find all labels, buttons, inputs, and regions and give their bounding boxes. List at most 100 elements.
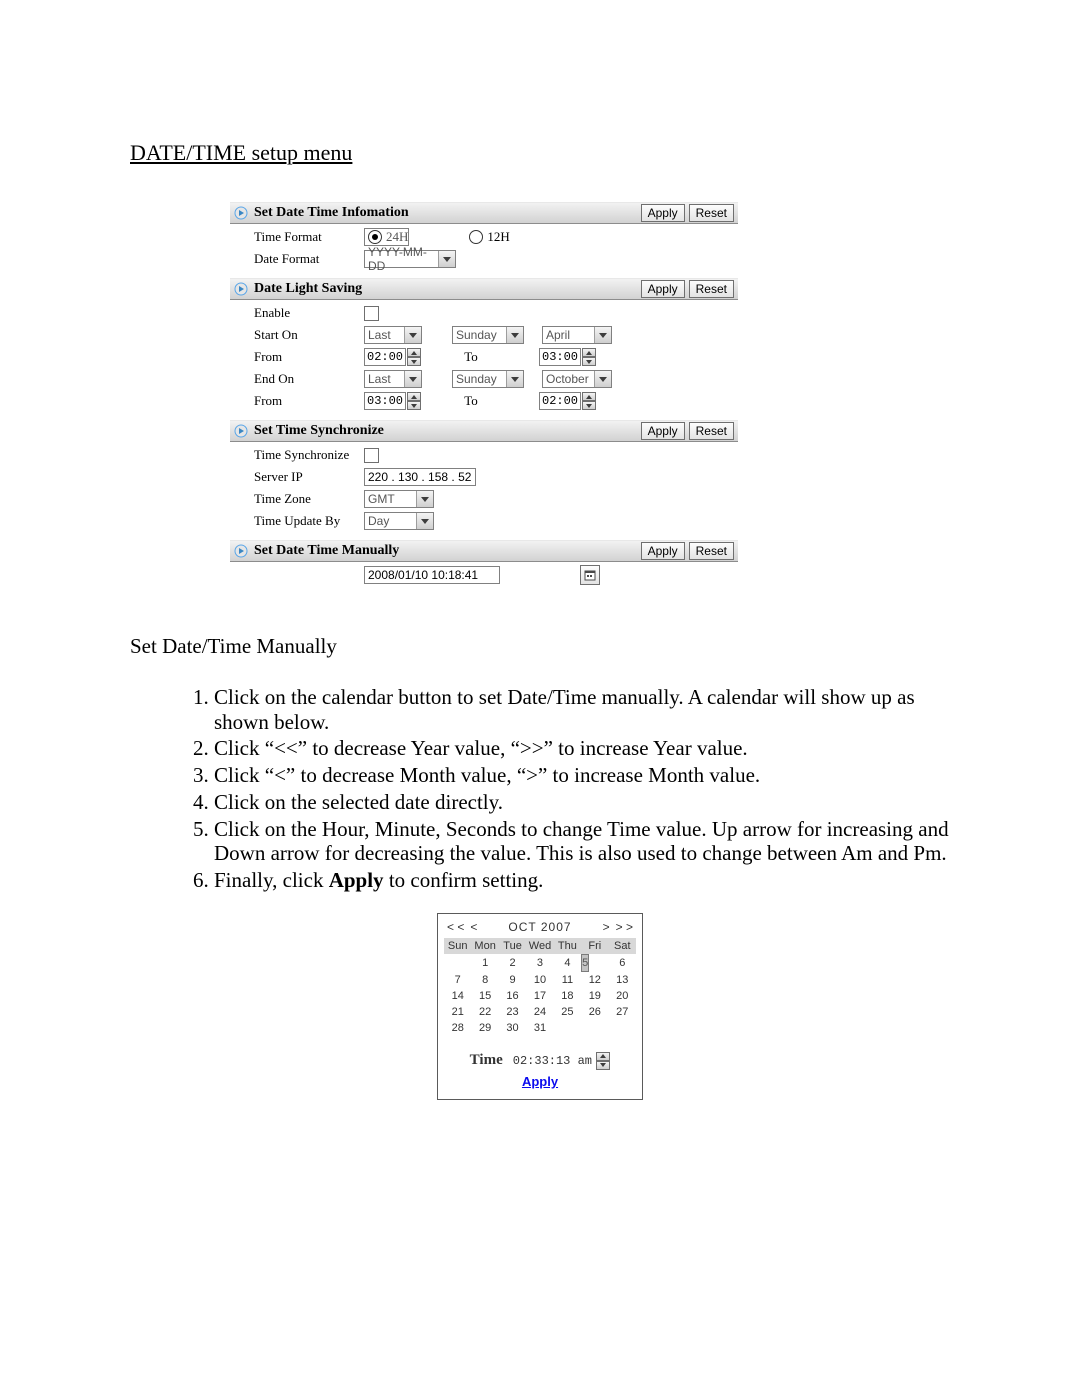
calendar-day[interactable]: 26 [581, 1004, 608, 1020]
calendar-day[interactable]: 21 [444, 1004, 471, 1020]
sec2-reset-button[interactable]: Reset [689, 280, 734, 298]
calendar-day[interactable]: 8 [471, 972, 498, 988]
server-ip-input[interactable]: 220 . 130 . 158 . 52 [364, 468, 476, 486]
spin-up-icon[interactable] [407, 392, 421, 401]
calendar-time-value[interactable]: 02:33:13 am [513, 1054, 592, 1068]
timezone-label: Time Zone [254, 491, 354, 507]
time-format-24h-label: 24H [386, 229, 408, 245]
calendar-day[interactable]: 1 [471, 954, 498, 972]
calendar-day[interactable]: 4 [554, 954, 581, 972]
sec3-apply-button[interactable]: Apply [641, 422, 685, 440]
dls-end-month-select[interactable]: October [542, 370, 612, 388]
time-format-12h-radio[interactable]: 12H [469, 229, 509, 245]
dls-end-month-value: October [546, 372, 592, 386]
calendar-day[interactable]: 31 [526, 1020, 553, 1036]
manual-datetime-input[interactable]: 2008/01/10 10:18:41 [364, 566, 500, 584]
dls-to2-spin[interactable]: 02:00 [539, 392, 596, 410]
calendar-day[interactable]: 30 [499, 1020, 526, 1036]
manual-header: Set Date/Time Manually [130, 634, 950, 659]
calendar-dow: Sun [444, 938, 471, 954]
calendar-day[interactable]: 15 [471, 988, 498, 1004]
calendar-day[interactable]: 25 [554, 1004, 581, 1020]
sync-enable-label: Time Synchronize [254, 447, 354, 463]
dls-start-week-select[interactable]: Last [364, 326, 422, 344]
spin-down-icon[interactable] [596, 1061, 610, 1070]
spin-up-icon[interactable] [582, 392, 596, 401]
calendar-day[interactable]: 13 [609, 972, 636, 988]
calendar-month-title: OCT 2007 [480, 920, 599, 934]
dls-start-day-value: Sunday [456, 328, 504, 342]
expand-arrow-icon [234, 282, 248, 296]
calendar-day[interactable]: 9 [499, 972, 526, 988]
calendar-day[interactable]: 16 [499, 988, 526, 1004]
calendar-day[interactable]: 29 [471, 1020, 498, 1036]
manual-step: Click on the Hour, Minute, Seconds to ch… [214, 817, 950, 867]
sec1-reset-button[interactable]: Reset [689, 204, 734, 222]
calendar-day[interactable]: 5 [581, 954, 589, 972]
config-panel: Set Date Time Infomation Apply Reset Tim… [230, 202, 738, 594]
sync-enable-checkbox[interactable] [364, 448, 379, 463]
calendar-time-row: Time 02:33:13 am [444, 1052, 636, 1070]
spin-up-icon[interactable] [596, 1052, 610, 1061]
calendar-day[interactable]: 24 [526, 1004, 553, 1020]
calendar-day[interactable]: 10 [526, 972, 553, 988]
spin-down-icon[interactable] [407, 401, 421, 410]
calendar-day[interactable]: 6 [609, 954, 636, 972]
calendar-day[interactable]: 28 [444, 1020, 471, 1036]
calendar-day[interactable]: 7 [444, 972, 471, 988]
calendar-day[interactable]: 12 [581, 972, 608, 988]
spin-up-icon[interactable] [407, 348, 421, 357]
dls-from2-spin[interactable]: 03:00 [364, 392, 421, 410]
calendar-day [444, 954, 471, 972]
calendar-day [554, 1020, 581, 1036]
time-format-24h-radio[interactable]: 24H [364, 228, 409, 246]
dls-enable-checkbox[interactable] [364, 306, 379, 321]
expand-arrow-icon [234, 206, 248, 220]
date-format-select[interactable]: YYYY-MM-DD [364, 250, 456, 268]
calendar-day[interactable]: 2 [499, 954, 526, 972]
dls-start-month-select[interactable]: April [542, 326, 612, 344]
calendar-button[interactable] [580, 565, 600, 585]
calendar-day[interactable]: 19 [581, 988, 608, 1004]
dls-end-day-select[interactable]: Sunday [452, 370, 524, 388]
calendar-day[interactable]: 27 [609, 1004, 636, 1020]
calendar-day[interactable]: 14 [444, 988, 471, 1004]
spin-up-icon[interactable] [582, 348, 596, 357]
calendar-dow: Tue [499, 938, 526, 954]
calendar-day[interactable]: 11 [554, 972, 581, 988]
calendar-prev-month[interactable]: < [467, 920, 480, 934]
timezone-select[interactable]: GMT [364, 490, 434, 508]
calendar-prev-year[interactable]: < < [444, 920, 467, 934]
sec3-reset-button[interactable]: Reset [689, 422, 734, 440]
calendar-grid: SunMonTueWedThuFriSat 123456789101112131… [444, 938, 636, 1036]
calendar-day[interactable]: 20 [609, 988, 636, 1004]
spin-down-icon[interactable] [582, 357, 596, 366]
calendar-day[interactable]: 17 [526, 988, 553, 1004]
calendar-widget: < < < OCT 2007 > > > SunMonTueWedThuFriS… [437, 913, 643, 1100]
sec4-reset-button[interactable]: Reset [689, 542, 734, 560]
dls-end-week-select[interactable]: Last [364, 370, 422, 388]
dls-to1-spin[interactable]: 03:00 [539, 348, 596, 366]
calendar-day[interactable]: 22 [471, 1004, 498, 1020]
sec4-title: Set Date Time Manually [254, 543, 637, 559]
spin-down-icon[interactable] [582, 401, 596, 410]
calendar-day[interactable]: 18 [554, 988, 581, 1004]
time-update-select[interactable]: Day [364, 512, 434, 530]
time-format-label: Time Format [254, 229, 354, 245]
spin-down-icon[interactable] [407, 357, 421, 366]
calendar-dow: Mon [471, 938, 498, 954]
calendar-day[interactable]: 3 [526, 954, 553, 972]
manual-step: Click on the selected date directly. [214, 790, 950, 815]
calendar-apply-link[interactable]: Apply [444, 1074, 636, 1089]
sec1-apply-button[interactable]: Apply [641, 204, 685, 222]
sec4-apply-button[interactable]: Apply [641, 542, 685, 560]
calendar-next-month[interactable]: > [600, 920, 613, 934]
dls-from1-spin[interactable]: 02:00 [364, 348, 421, 366]
calendar-icon [584, 569, 596, 581]
sec2-apply-button[interactable]: Apply [641, 280, 685, 298]
calendar-next-year[interactable]: > > [613, 920, 636, 934]
calendar-day[interactable]: 23 [499, 1004, 526, 1020]
sec1-title: Set Date Time Infomation [254, 205, 637, 221]
dls-from2-label: From [254, 393, 354, 409]
dls-start-day-select[interactable]: Sunday [452, 326, 524, 344]
